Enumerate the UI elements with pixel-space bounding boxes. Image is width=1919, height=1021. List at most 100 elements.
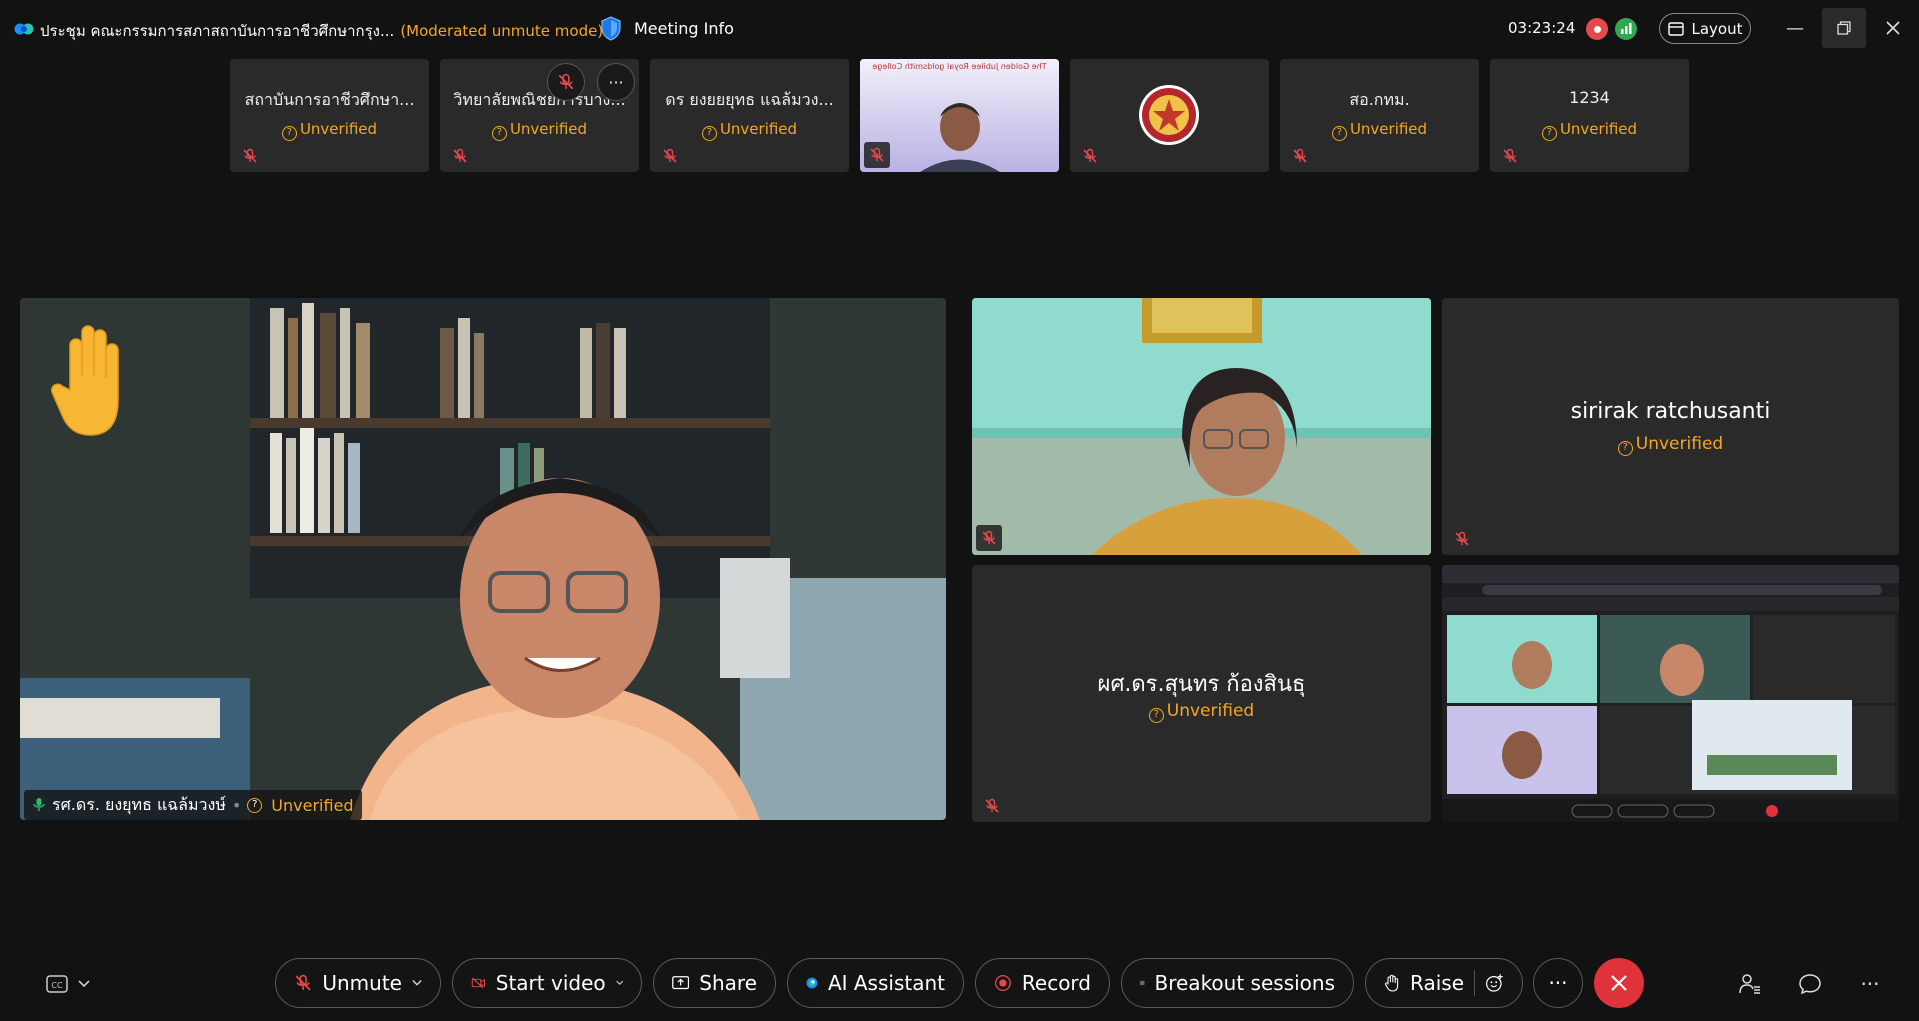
participant-name: สอ.กทม. <box>1349 90 1410 109</box>
muted-mic-icon <box>1455 531 1469 546</box>
shield-icon[interactable] <box>600 16 622 41</box>
participant-tile[interactable]: ผศ.ดร.สุนทร ก้องสินธุ ? Unverified <box>972 565 1431 822</box>
meeting-title: ประชุม คณะกรรมการสภาสถาบันการอาชีวศึกษาก… <box>40 19 603 43</box>
question-icon: ? <box>1617 441 1633 456</box>
chevron-down-icon[interactable] <box>412 979 422 987</box>
layout-button[interactable]: Layout <box>1659 13 1751 44</box>
more-icon: ··· <box>1860 972 1880 996</box>
participant-tile[interactable]: สถาบันการอาชีวศึกษา... ? Unverified <box>230 59 429 172</box>
speaker-name: รศ.ดร. ยงยุทธ แฉล้มวงษ์ <box>52 794 226 814</box>
closed-captions-icon: CC <box>46 975 68 993</box>
more-panels-button[interactable]: ··· <box>1854 968 1886 1000</box>
unverified-badge: ? Unverified <box>1442 434 1899 456</box>
question-icon: ? <box>247 797 263 813</box>
active-mic-icon <box>33 798 45 811</box>
record-icon <box>994 975 1011 991</box>
separator <box>1474 970 1475 996</box>
record-label: Record <box>1021 971 1091 995</box>
participant-tile[interactable]: sirirak ratchusanti ? Unverified <box>1442 298 1899 555</box>
unverified-badge: ? Unverified <box>650 120 849 141</box>
reactions-icon[interactable] <box>1485 971 1504 995</box>
muted-mic-icon <box>1083 148 1097 163</box>
signal-bars-icon <box>1621 23 1632 34</box>
participant-tile[interactable]: ดร ยงยยยุทธ แฉล้มวง... ? Unverified <box>650 59 849 172</box>
share-label: Share <box>699 971 757 995</box>
mute-participant-button[interactable] <box>547 63 585 101</box>
unverified-badge: ? Unverified <box>1490 120 1689 141</box>
muted-mic-icon <box>1293 148 1307 163</box>
muted-mic-icon <box>295 974 311 991</box>
participant-video-tile[interactable] <box>972 298 1431 555</box>
participants-icon <box>1739 974 1760 994</box>
chevron-down-icon[interactable] <box>615 979 623 987</box>
restore-icon <box>1837 21 1851 35</box>
participant-more-button[interactable]: ··· <box>597 63 635 101</box>
chevron-down-icon <box>78 980 90 988</box>
more-options-button[interactable]: ··· <box>1533 958 1583 1008</box>
more-icon: ··· <box>608 72 624 92</box>
participant-video-tile[interactable]: The Golden Jubilee Royal goldsmith Colle… <box>860 59 1059 172</box>
active-speaker-video[interactable] <box>20 298 946 820</box>
svg-text:CC: CC <box>51 981 63 990</box>
muted-mic-icon <box>870 147 884 162</box>
muted-mic-icon <box>558 73 574 90</box>
participant-tile[interactable] <box>1070 59 1269 172</box>
record-button[interactable]: Record <box>975 958 1110 1008</box>
unverified-badge: ? Unverified <box>1280 120 1479 141</box>
participant-tile[interactable]: 1234 ? Unverified <box>1490 59 1689 172</box>
participants-button[interactable] <box>1734 968 1766 1000</box>
meeting-title-text: ประชุม คณะกรรมการสภาสถาบันการอาชีวศึกษาก… <box>40 22 395 40</box>
moderated-mode-label: (Moderated unmute mode) <box>400 22 604 40</box>
muted-mic-icon <box>663 148 677 163</box>
breakout-label: Breakout sessions <box>1154 971 1336 995</box>
video-banner-text: The Golden Jubilee Royal goldsmith Colle… <box>872 62 1047 71</box>
participant-name: sirirak ratchusanti <box>1570 399 1771 424</box>
muted-mic-icon <box>453 148 467 163</box>
layout-icon <box>1667 21 1684 36</box>
webex-logo-icon <box>14 23 34 35</box>
recording-indicator-icon <box>1586 18 1608 40</box>
share-button[interactable]: Share <box>653 958 776 1008</box>
meeting-info-button[interactable]: Meeting Info <box>634 19 734 38</box>
hand-icon <box>1385 974 1399 992</box>
network-health-icon[interactable] <box>1615 18 1637 40</box>
participant-name: ผศ.ดร.สุนทร ก้องสินธุ <box>1097 672 1306 697</box>
organization-seal-icon <box>1139 85 1199 145</box>
ai-assistant-icon <box>806 977 818 989</box>
leave-meeting-button[interactable] <box>1594 958 1644 1008</box>
ai-assistant-button[interactable]: AI Assistant <box>787 958 964 1008</box>
question-icon: ? <box>1331 126 1347 141</box>
raise-hand-button[interactable]: Raise <box>1365 958 1523 1008</box>
ai-assistant-label: AI Assistant <box>827 971 945 995</box>
unverified-badge: ? Unverified <box>972 701 1431 723</box>
unverified-badge: ? Unverified <box>440 120 639 141</box>
speaker-status: Unverified <box>271 795 354 815</box>
participant-tile[interactable]: สอ.กทม. ? Unverified <box>1280 59 1479 172</box>
meeting-timer: 03:23:24 <box>1508 19 1576 37</box>
question-icon: ? <box>701 126 717 141</box>
start-video-button[interactable]: Start video <box>452 958 642 1008</box>
question-icon: ? <box>1541 126 1557 141</box>
minimize-button[interactable]: — <box>1773 8 1817 48</box>
restore-button[interactable] <box>1822 8 1866 48</box>
more-icon: ··· <box>1548 971 1568 995</box>
participant-name: สถาบันการอาชีวศึกษา... <box>244 90 415 109</box>
title-bar: ประชุม คณะกรรมการสภาสถาบันการอาชีวศึกษาก… <box>0 0 1919 58</box>
muted-mic-icon <box>982 530 996 545</box>
participant-name: 1234 <box>1569 88 1610 107</box>
screen-share-tile[interactable] <box>1442 565 1899 822</box>
close-icon <box>1886 21 1900 35</box>
raised-hand-icon <box>50 325 119 436</box>
layout-label: Layout <box>1691 19 1743 38</box>
participant-video <box>972 298 1431 555</box>
chat-icon <box>1799 974 1821 995</box>
chat-button[interactable] <box>1794 968 1826 1000</box>
captions-control[interactable]: CC <box>46 975 90 993</box>
close-window-button[interactable] <box>1871 8 1915 48</box>
participant-name: ดร ยงยยยุทธ แฉล้มวง... <box>665 90 834 109</box>
breakout-sessions-button[interactable]: Breakout sessions <box>1121 958 1354 1008</box>
unmute-button[interactable]: Unmute <box>275 958 441 1008</box>
start-video-label: Start video <box>495 971 606 995</box>
muted-mic-icon <box>985 798 999 813</box>
question-icon: ? <box>281 126 297 141</box>
